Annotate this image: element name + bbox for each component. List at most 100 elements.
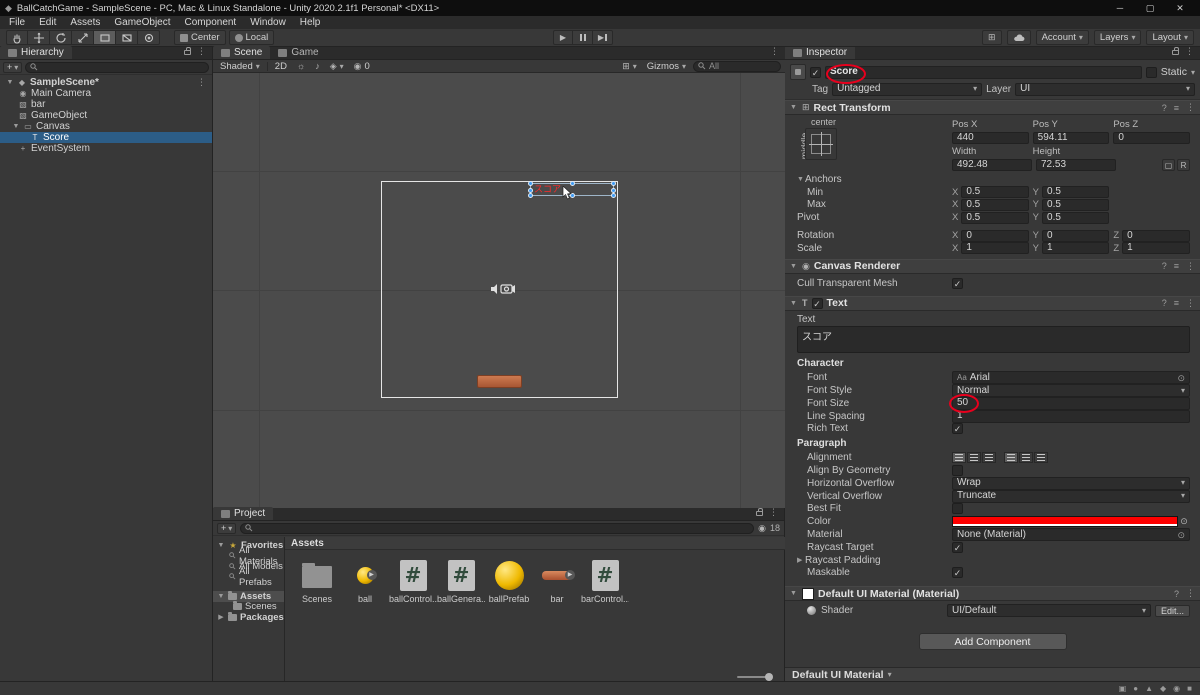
foldout-closed-icon[interactable]: ▶: [797, 556, 805, 564]
material-section-header[interactable]: ▼ Default UI Material (Material) ? ⋮: [785, 586, 1200, 602]
line-spacing-field[interactable]: 1: [952, 409, 1190, 423]
2d-toggle-button[interactable]: 2D: [272, 61, 290, 72]
canvas-renderer-header[interactable]: ▼ ◉ Canvas Renderer ? ≡ ⋮: [785, 258, 1200, 274]
asset-ballprefab[interactable]: ballPrefab: [485, 556, 533, 604]
height-field[interactable]: 72.53: [1036, 159, 1116, 171]
panel-menu-icon[interactable]: ⋮: [769, 507, 778, 518]
blueprint-mode-button[interactable]: ▢: [1162, 159, 1175, 171]
anchor-min-y-field[interactable]: 0.5: [1042, 186, 1110, 199]
foldout-open-icon[interactable]: ▼: [790, 590, 798, 597]
pause-button[interactable]: [573, 30, 593, 45]
hierarchy-item-eventsystem[interactable]: + EventSystem: [0, 143, 212, 154]
add-component-button[interactable]: Add Component: [918, 633, 1067, 651]
selection-handle[interactable]: [611, 188, 616, 193]
align-bottom-button[interactable]: [1034, 452, 1048, 464]
help-icon[interactable]: ?: [1162, 298, 1167, 308]
tab-scene[interactable]: Scene: [213, 46, 271, 59]
align-by-geometry-checkbox[interactable]: [952, 465, 963, 477]
presets-icon[interactable]: ≡: [1174, 298, 1179, 308]
scale-z-field[interactable]: 1: [1122, 242, 1191, 255]
lighting-toggle-icon[interactable]: ☼: [294, 61, 308, 72]
align-left-button[interactable]: [952, 452, 966, 464]
material-preview-bar[interactable]: Default UI Material ▾: [785, 667, 1200, 681]
lock-icon[interactable]: [1172, 47, 1179, 55]
hierarchy-item-canvas[interactable]: ▼ ▭ Canvas: [0, 121, 212, 132]
color-field[interactable]: [952, 516, 1178, 528]
asset-ballgenerator-script[interactable]: # ballGenera...: [437, 556, 485, 604]
scenes-folder-row[interactable]: Scenes: [213, 601, 284, 612]
anchor-max-x-field[interactable]: 0.5: [961, 198, 1029, 211]
step-button[interactable]: ▶: [593, 30, 613, 45]
shading-mode-dropdown[interactable]: Shaded ▾: [217, 61, 263, 72]
play-button[interactable]: ▶: [553, 30, 573, 45]
component-menu-icon[interactable]: ⋮: [1186, 102, 1195, 113]
object-picker-icon[interactable]: ⊙: [1177, 372, 1185, 384]
tab-inspector[interactable]: Inspector: [785, 47, 856, 59]
rotate-tool-icon[interactable]: [50, 30, 72, 45]
menu-window[interactable]: Window: [243, 17, 293, 28]
project-search-input[interactable]: [240, 522, 755, 534]
expand-subassets-icon[interactable]: ▶: [565, 570, 575, 580]
name-field[interactable]: Score: [825, 63, 1142, 84]
asset-barcontrol-script[interactable]: # barControl...: [581, 556, 629, 604]
progress-status-icon[interactable]: ◉: [1173, 684, 1180, 693]
pivot-x-field[interactable]: 0.5: [961, 211, 1029, 224]
presets-icon[interactable]: ≡: [1174, 261, 1179, 271]
selection-handle[interactable]: [611, 181, 616, 186]
foldout-open-icon[interactable]: ▼: [217, 593, 225, 600]
font-size-field[interactable]: 50: [949, 393, 1190, 413]
grid-visibility-dropdown[interactable]: ⊞ ▾: [619, 61, 640, 72]
gameobject-icon[interactable]: [790, 64, 806, 80]
favorites-all-prefabs[interactable]: All Prefabs: [213, 566, 284, 588]
static-dropdown-arrow[interactable]: ▾: [1191, 68, 1195, 77]
asset-scenes[interactable]: Scenes: [293, 556, 341, 604]
transform-tool-icon[interactable]: [116, 30, 138, 45]
lock-icon[interactable]: [756, 508, 763, 516]
object-picker-icon[interactable]: ⊙: [1177, 529, 1185, 541]
hierarchy-item-score[interactable]: T Score: [0, 132, 212, 143]
hierarchy-scene-row[interactable]: ▼ ◆ SampleScene* ⋮: [0, 77, 212, 88]
cloud-services-button[interactable]: [1006, 30, 1031, 45]
horizontal-overflow-dropdown[interactable]: Wrap ▾: [952, 476, 1190, 490]
material-field[interactable]: None (Material) ⊙: [952, 528, 1190, 542]
selection-handle[interactable]: [528, 188, 533, 193]
help-icon[interactable]: ?: [1174, 589, 1179, 599]
scale-y-field[interactable]: 1: [1042, 242, 1110, 255]
anchors-foldout-row[interactable]: ▼ Anchors: [785, 173, 1200, 186]
layers-dropdown[interactable]: Layers ▾: [1093, 30, 1142, 45]
raw-edit-mode-button[interactable]: R: [1177, 159, 1190, 171]
menu-file[interactable]: File: [2, 17, 32, 28]
expand-subassets-icon[interactable]: ▶: [366, 570, 377, 580]
maximize-button[interactable]: ▢: [1135, 0, 1165, 16]
tag-dropdown[interactable]: Untagged ▾: [832, 82, 983, 96]
menu-component[interactable]: Component: [178, 17, 244, 28]
scene-menu-icon[interactable]: ⋮: [197, 77, 212, 88]
cull-transparent-mesh-checkbox[interactable]: ✓: [952, 277, 963, 289]
close-button[interactable]: ✕: [1165, 0, 1195, 16]
scale-x-field[interactable]: 1: [961, 242, 1029, 255]
layout-dropdown[interactable]: Layout ▾: [1146, 30, 1194, 45]
panel-menu-icon[interactable]: ⋮: [197, 46, 206, 57]
best-fit-checkbox[interactable]: [952, 503, 963, 515]
anchor-preset-button[interactable]: [805, 128, 837, 160]
gizmos-dropdown[interactable]: Gizmos ▾: [644, 61, 689, 72]
maskable-checkbox[interactable]: ✓: [952, 567, 963, 579]
menu-assets[interactable]: Assets: [63, 17, 107, 28]
rich-text-checkbox[interactable]: ✓: [952, 423, 963, 435]
help-icon[interactable]: ?: [1162, 261, 1167, 271]
foldout-open-icon[interactable]: ▼: [790, 104, 798, 111]
selection-handle[interactable]: [528, 181, 533, 186]
rect-transform-header[interactable]: ▼ ⊞ Rect Transform ? ≡ ⋮: [785, 100, 1200, 115]
hierarchy-item-bar[interactable]: ▧ bar: [0, 99, 212, 110]
foldout-open-icon[interactable]: ▼: [790, 300, 798, 307]
foldout-open-icon[interactable]: ▼: [797, 176, 805, 183]
pivot-y-field[interactable]: 0.5: [1042, 211, 1110, 224]
account-dropdown[interactable]: Account ▾: [1035, 30, 1089, 45]
raycast-padding-row[interactable]: ▶ Raycast Padding: [785, 554, 1200, 567]
pos-y-field[interactable]: 594.11: [1032, 132, 1110, 144]
component-menu-icon[interactable]: ⋮: [1186, 588, 1195, 599]
hand-tool-icon[interactable]: [6, 30, 28, 45]
notification-status-icon[interactable]: ■: [1187, 684, 1192, 693]
active-checkbox[interactable]: ✓: [810, 66, 821, 78]
anchor-max-y-field[interactable]: 0.5: [1042, 198, 1110, 211]
